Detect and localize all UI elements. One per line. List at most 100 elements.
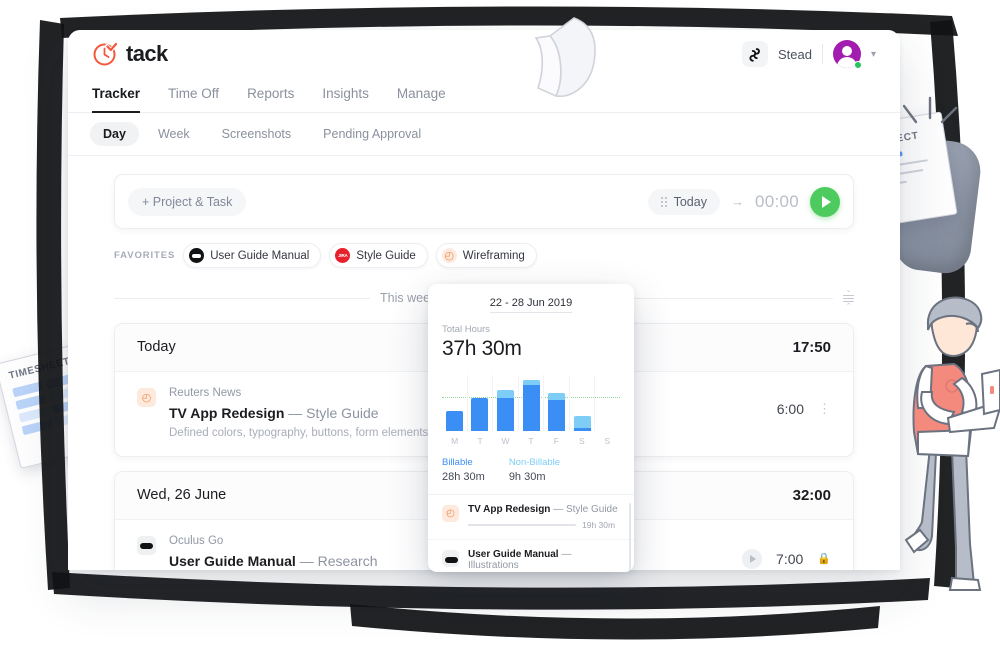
red-circle-icon: JIRA [335,248,351,263]
total-hours-label: Total Hours [442,324,491,335]
popup-date-range: 22 - 28 Jun 2019 [428,284,634,313]
divider-left [114,297,370,299]
chart-segment-billable [496,397,514,431]
chart-bar-0 [442,375,468,431]
swirl-icon: ◴ [137,387,156,407]
tab-week[interactable]: Week [145,122,203,146]
tab-screenshots[interactable]: Screenshots [209,122,304,146]
chart-segment-non-billable [573,415,591,429]
timer-bar: + Project & Task Today → 00:00 [114,174,854,229]
chart-segment-non-billable [496,390,514,398]
user-name[interactable]: Stead [778,47,812,62]
today-selector[interactable]: Today [647,188,720,215]
timer-controls: Today → 00:00 [647,186,840,217]
entry-title: TV App Redesign — Style Guide [169,405,460,421]
resume-timer-button[interactable] [742,548,763,569]
chart-bar-4 [544,375,570,431]
favorite-wireframing[interactable]: ◴ Wireframing [435,243,537,268]
oculus-icon [137,535,156,555]
oculus-icon [189,248,205,263]
entry-project: User Guide Manual [169,552,296,569]
chart-bar-5 [570,375,596,431]
entry-project: TV App Redesign [169,404,285,421]
app-header: tack Stead ▾ [68,30,900,78]
chart-x-tick: T [528,436,534,446]
entry-body: Oculus Go User Guide Manual — Research W… [169,535,463,570]
start-timer-button[interactable] [810,186,840,217]
swirl-icon: ◴ [441,248,457,263]
chart-segment-billable [522,385,540,431]
day-name: Wed, 26 June [137,487,227,504]
favorite-label: User Guide Manual [210,249,310,262]
list-item-body: TV App Redesign — Style Guide 19h 30m [468,504,620,530]
nav-item-insights[interactable]: Insights [322,78,369,112]
chevron-down-icon[interactable]: ▾ [871,49,876,60]
kebab-menu-icon[interactable]: ⋮ [818,402,831,415]
favorites-bar: FAVORITES User Guide Manual JIRA Style G… [114,243,854,268]
entry-description: Defined colors, typography, buttons, for… [169,426,460,439]
chart-bar-3 [519,375,545,431]
entry-task: — Research [299,552,378,569]
add-project-task-button[interactable]: + Project & Task [128,187,247,216]
entry-controls: 7:00 🔒 [742,535,831,569]
chart-x-tick: F [553,436,559,446]
week-summary-popup: 22 - 28 Jun 2019 Total Hours 37h 30m M T W… [428,284,634,572]
entry-title: User Guide Manual — Research [169,553,463,569]
nav-item-manage[interactable]: Manage [397,78,446,112]
nav-item-tracker[interactable]: Tracker [92,78,141,113]
list-item[interactable]: ◴ TV App Redesign — Style Guide 19h 30m [428,495,634,540]
brand[interactable]: tack [92,41,168,67]
chart-bars [442,375,620,431]
favorite-style-guide[interactable]: JIRA Style Guide [329,243,428,268]
chart-bar-2 [493,375,519,431]
list-item-title: TV App Redesign — Style Guide [468,504,620,515]
timer-elapsed: 00:00 [754,191,799,211]
chart-segment-billable [471,397,489,431]
chart-segment-non-billable [548,392,566,401]
chart-x-tick: S [604,436,611,446]
swirl-icon: ◴ [442,505,459,522]
chart-x-tick: S [578,436,585,446]
legend-non-billable: Non-Billable 9h 30m [509,457,560,483]
list-item-meter: 19h 30m [468,520,620,530]
entry-duration: 7:00 [776,550,804,567]
chart-x-tick: M [451,436,459,446]
favorite-label: Style Guide [356,249,416,262]
entry-body: Reuters News TV App Redesign — Style Gui… [169,387,460,439]
popup-scrollbar[interactable] [628,503,631,572]
total-hours-value: 37h 30m [442,337,522,360]
sub-nav: Day Week Screenshots Pending Approval [68,113,900,156]
chart-x-axis: MTWTFSS [442,436,620,446]
lock-icon: 🔒 [817,553,831,566]
entry-task: — Style Guide [288,404,379,421]
main-nav: Tracker Time Off Reports Insights Manage [68,78,900,113]
screenshot-stage: TIMESHEET PROJECT [0,0,1000,646]
legend-value: 28h 30m [442,471,485,483]
chart-x-tick: W [501,436,510,446]
day-total: 32:00 [792,486,831,504]
nav-item-time-off[interactable]: Time Off [168,78,219,112]
legend-label: Billable [442,457,473,468]
link-chain-icon[interactable] [741,41,768,67]
header-divider [821,44,823,64]
list-item-time: 19h 30m [582,520,616,530]
list-item[interactable]: User Guide Manual — Illustrations 9h 30m [428,540,634,572]
chart-segment-billable [548,400,566,431]
tab-pending-approval[interactable]: Pending Approval [310,122,434,146]
list-item-title: User Guide Manual — Illustrations [468,549,620,571]
favorites-label: FAVORITES [114,250,176,261]
person-with-laptop-illustration [904,296,1000,591]
entry-duration: 6:00 [776,400,804,417]
tab-day[interactable]: Day [90,122,139,146]
nav-item-reports[interactable]: Reports [247,78,294,112]
online-status-dot [853,61,862,69]
chart-x-tick: T [477,436,483,446]
avatar[interactable] [832,40,862,69]
arrow-right-icon: → [730,194,744,209]
collapse-rows-icon[interactable]: ⌄ ⌃ [843,287,854,310]
popup-project-list[interactable]: ◴ TV App Redesign — Style Guide 19h 30m [428,494,634,572]
favorite-user-guide-manual[interactable]: User Guide Manual [183,243,322,268]
chart-bar-6 [595,375,620,431]
day-name: Today [137,339,176,356]
legend-billable: Billable 28h 30m [442,457,485,483]
